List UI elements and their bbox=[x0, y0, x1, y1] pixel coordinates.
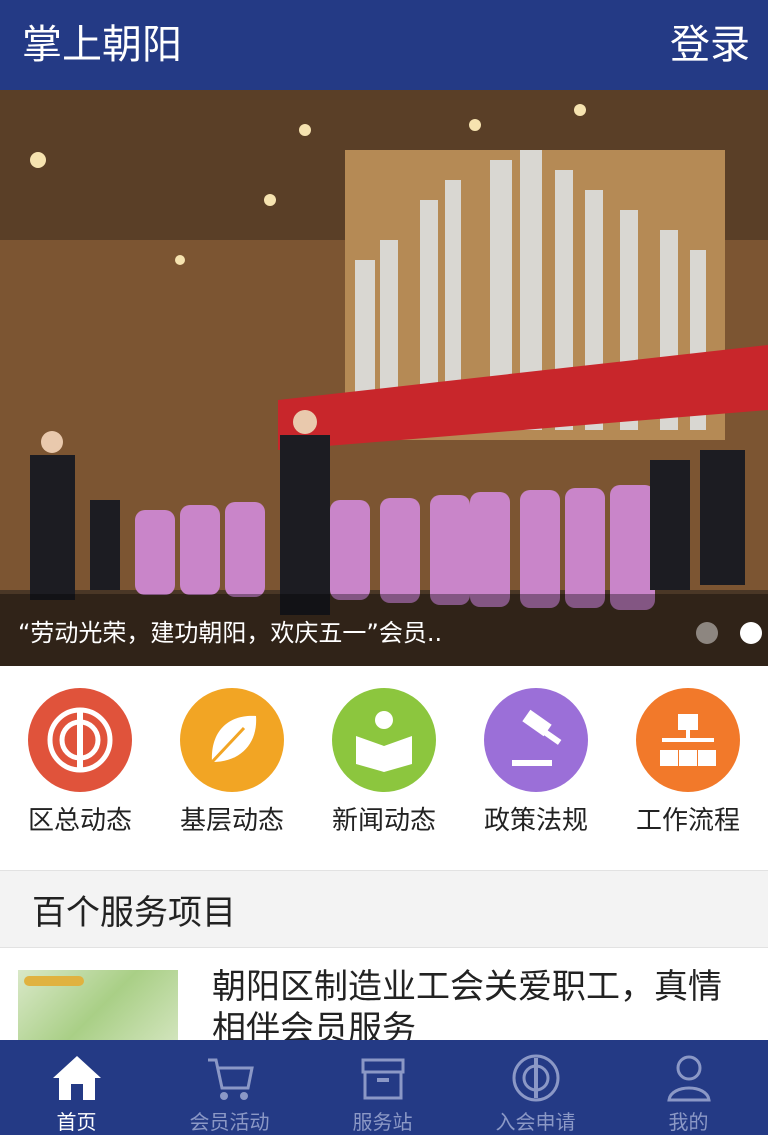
category-news[interactable]: 新闻动态 bbox=[308, 688, 460, 837]
tab-label: 服务站 bbox=[352, 1110, 413, 1134]
category-policy[interactable]: 政策法规 bbox=[460, 688, 612, 837]
bottom-tab-bar: 首页 会员活动 服务站 入会申请 我的 bbox=[0, 1040, 768, 1135]
category-label: 工作流程 bbox=[635, 806, 740, 836]
section-header: 百个服务项目 bbox=[0, 870, 768, 948]
tab-service-station[interactable]: 服务站 bbox=[306, 1040, 459, 1135]
category-district-news[interactable]: 区总动态 bbox=[4, 688, 156, 837]
tab-member-activities[interactable]: 会员活动 bbox=[153, 1040, 306, 1135]
tab-join-application[interactable]: 入会申请 bbox=[459, 1040, 612, 1135]
category-label: 区总动态 bbox=[27, 806, 132, 836]
banner-caption: “劳动光荣，建功朝阳，欢庆五一”会员.. bbox=[18, 619, 443, 647]
union-logo-icon bbox=[512, 1054, 559, 1102]
app-title: 掌上朝阳 bbox=[22, 22, 182, 68]
category-grid: 区总动态 基层动态 新闻动态 政策法规 工作流程 bbox=[0, 666, 768, 866]
tab-label: 首页 bbox=[56, 1110, 97, 1134]
tab-home[interactable]: 首页 bbox=[0, 1040, 153, 1135]
tab-label: 入会申请 bbox=[495, 1110, 576, 1134]
category-label: 新闻动态 bbox=[331, 806, 436, 836]
app-header: 掌上朝阳 登录 bbox=[0, 0, 768, 90]
org-chart-icon bbox=[636, 688, 740, 792]
union-logo-icon bbox=[28, 688, 132, 792]
banner-caption-bar: “劳动光荣，建功朝阳，欢庆五一”会员.. bbox=[0, 594, 768, 666]
tab-label: 我的 bbox=[668, 1110, 709, 1134]
home-icon bbox=[52, 1056, 101, 1100]
category-grassroots-news[interactable]: 基层动态 bbox=[156, 688, 308, 837]
gavel-icon bbox=[484, 688, 588, 792]
banner-carousel[interactable]: “劳动光荣，建功朝阳，欢庆五一”会员.. bbox=[0, 90, 768, 666]
tab-mine[interactable]: 我的 bbox=[612, 1040, 765, 1135]
news-thumbnail bbox=[18, 970, 178, 1040]
news-title: 朝阳区制造业工会关爱职工，真情相伴会员服务 bbox=[212, 967, 722, 1040]
leaf-icon bbox=[180, 688, 284, 792]
box-icon bbox=[361, 1058, 404, 1100]
tab-label: 会员活动 bbox=[189, 1110, 270, 1134]
thumbnail-logo bbox=[24, 976, 84, 986]
category-workflow[interactable]: 工作流程 bbox=[612, 688, 764, 837]
banner-photo bbox=[0, 90, 768, 666]
list-item[interactable]: 朝阳区制造业工会关爱职工，真情相伴会员服务 bbox=[0, 948, 768, 1040]
login-button[interactable]: 登录 bbox=[670, 18, 750, 72]
category-label: 政策法规 bbox=[483, 806, 588, 836]
carousel-dot-2-active[interactable] bbox=[740, 622, 762, 644]
carousel-dot-1[interactable] bbox=[696, 622, 718, 644]
user-icon bbox=[666, 1055, 711, 1102]
category-label: 基层动态 bbox=[179, 806, 284, 836]
cart-icon bbox=[207, 1058, 254, 1100]
section-title: 百个服务项目 bbox=[32, 893, 236, 933]
reading-book-icon bbox=[332, 688, 436, 792]
